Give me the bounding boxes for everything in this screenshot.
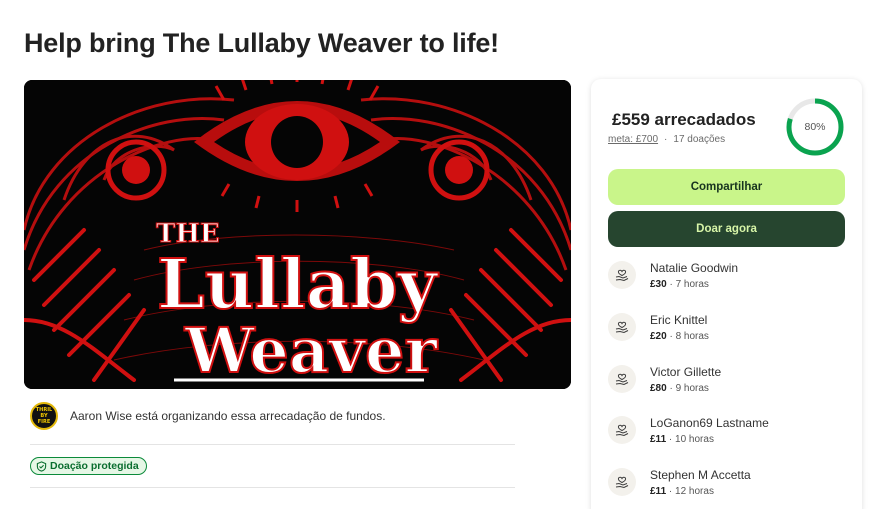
campaign-cover-image[interactable]: THE Lullaby Weaver	[24, 80, 571, 389]
donate-now-button[interactable]: Doar agora	[608, 211, 845, 247]
donor-time: · 12 horas	[666, 485, 714, 497]
meta-separator: ·	[664, 134, 668, 145]
donor-name: Eric Knittel	[650, 312, 708, 327]
donor-time: · 7 horas	[666, 278, 709, 290]
donor-item: Stephen M Accetta £11 · 12 horas	[608, 463, 848, 501]
goal-link[interactable]: meta: £700	[608, 134, 658, 145]
progress-percent: 80%	[804, 121, 826, 133]
donor-name: Natalie Goodwin	[650, 260, 739, 275]
donor-time: · 9 horas	[666, 382, 709, 394]
donor-amount: £30	[650, 278, 667, 290]
avatar-text-3: FIRE	[37, 419, 51, 425]
organizer-text: Aaron Wise está organizando essa arrecad…	[70, 409, 386, 423]
donation-card: £559 arrecadados meta: £700 · 17 doações…	[591, 79, 862, 509]
organizer-avatar[interactable]: THRIL BY FIRE	[30, 402, 58, 430]
heart-hand-icon	[608, 416, 636, 444]
donor-item: Victor Gillette £80 · 9 horas	[608, 360, 848, 398]
donor-name: Stephen M Accetta	[650, 467, 751, 482]
heart-hand-icon	[608, 261, 636, 289]
donor-amount: £20	[650, 330, 667, 342]
divider-top	[30, 444, 515, 445]
share-button[interactable]: Compartilhar	[608, 169, 845, 205]
protected-donation-badge[interactable]: Doação protegida	[30, 457, 147, 475]
donor-item: Natalie Goodwin £30 · 7 horas	[608, 256, 848, 294]
heart-hand-icon	[608, 365, 636, 393]
page-title: Help bring The Lullaby Weaver to life!	[24, 28, 499, 58]
divider-bottom	[30, 487, 515, 488]
donor-amount: £11	[650, 433, 667, 445]
donor-name: Victor Gillette	[650, 364, 722, 379]
donor-name: LoGanon69 Lastname	[650, 415, 769, 430]
donation-count: 17 doações	[673, 134, 726, 145]
badge-label: Doação protegida	[50, 460, 139, 472]
donor-item: Eric Knittel £20 · 8 horas	[608, 308, 848, 346]
goal-row: meta: £700 · 17 doações	[608, 134, 725, 145]
cover-title-lullaby: Lullaby	[157, 245, 440, 325]
cover-title-weaver: Weaver	[184, 314, 439, 387]
donor-amount: £11	[650, 485, 667, 497]
donor-amount: £80	[650, 382, 667, 394]
organizer-row: THRIL BY FIRE Aaron Wise está organizand…	[30, 402, 386, 430]
amount-raised: £559 arrecadados	[612, 110, 756, 129]
heart-hand-icon	[608, 313, 636, 341]
donor-time: · 10 horas	[666, 433, 714, 445]
donor-time: · 8 horas	[666, 330, 709, 342]
donor-item: LoGanon69 Lastname £11 · 10 horas	[608, 411, 848, 449]
shield-check-icon	[36, 460, 47, 472]
heart-hand-icon	[608, 468, 636, 496]
